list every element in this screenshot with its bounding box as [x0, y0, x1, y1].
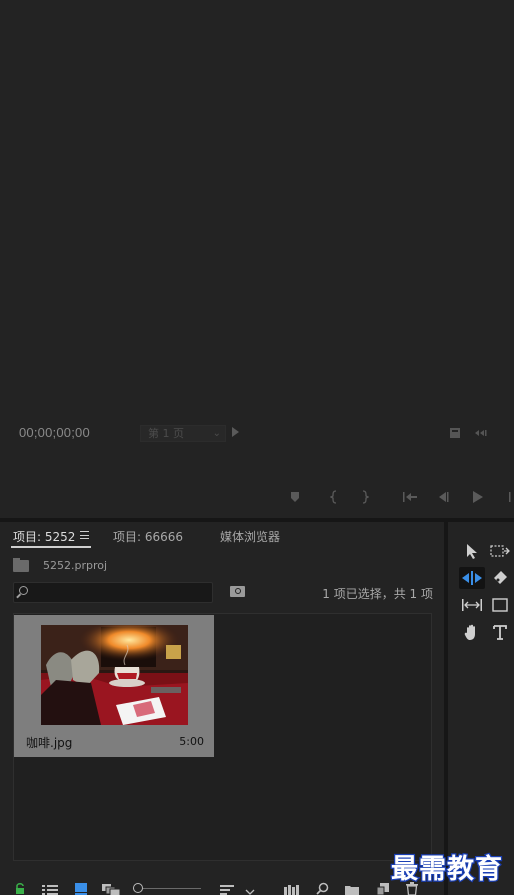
clip-thumbnail — [41, 625, 188, 725]
new-item-icon[interactable] — [376, 880, 389, 895]
automate-to-sequence-icon[interactable] — [284, 881, 300, 895]
hand-tool-icon[interactable] — [459, 621, 485, 643]
tab-label: 项目: 66666 — [113, 530, 184, 544]
search-icon — [19, 586, 28, 595]
clip-item[interactable]: 咖啡.jpg 5:00 — [14, 615, 214, 757]
zoom-slider-track[interactable] — [143, 888, 201, 889]
list-view-icon[interactable] — [42, 881, 58, 895]
export-frame-icon[interactable] — [449, 427, 461, 441]
watermark-logo: 最需教育 — [390, 853, 504, 887]
page-next-icon[interactable] — [232, 427, 239, 437]
tab-label: 媒体浏览器 — [220, 530, 281, 544]
chevron-down-icon[interactable] — [245, 881, 255, 895]
project-file-name: 5252.prproj — [43, 559, 108, 572]
project-bin-icon — [13, 558, 29, 572]
go-to-in-icon[interactable] — [402, 489, 418, 505]
clip-name: 咖啡.jpg — [26, 736, 73, 750]
search-input[interactable] — [34, 584, 209, 601]
selection-status: 1 项已选择，共 1 项 — [322, 587, 433, 601]
add-marker-icon[interactable] — [290, 489, 300, 505]
rectangle-tool-icon[interactable] — [487, 594, 513, 616]
selection-tool-icon[interactable] — [459, 540, 485, 562]
panel-menu-icon[interactable] — [80, 531, 89, 539]
play-icon[interactable] — [472, 489, 484, 505]
new-bin-icon[interactable] — [345, 881, 359, 895]
tab-media-browser[interactable]: 媒体浏览器 — [220, 528, 280, 545]
track-select-tool-icon[interactable] — [487, 540, 513, 562]
step-back-icon[interactable] — [437, 489, 451, 505]
ripple-edit-tool-icon[interactable] — [459, 567, 485, 589]
clip-duration: 5:00 — [179, 735, 204, 748]
page-select-value: 第 1 页 — [148, 427, 184, 440]
mark-out-icon[interactable] — [361, 489, 369, 505]
bin-content-area[interactable]: 咖啡.jpg 5:00 — [13, 613, 432, 861]
search-field[interactable] — [13, 582, 213, 603]
tab-project-5252[interactable]: 项目: 5252 — [13, 528, 75, 545]
lock-icon[interactable] — [15, 880, 25, 895]
project-panel: 项目: 5252 项目: 66666 媒体浏览器 5252.prproj 1 项… — [0, 522, 444, 895]
project-bottom-toolbar — [0, 876, 444, 895]
chevron-down-icon: ⌄ — [212, 428, 221, 439]
new-search-bin-icon[interactable] — [230, 586, 245, 597]
razor-tool-icon[interactable] — [487, 567, 513, 589]
tools-panel — [448, 522, 514, 895]
page-select[interactable]: 第 1 页 ⌄ — [140, 425, 226, 442]
sort-icons-icon[interactable] — [220, 881, 236, 895]
active-tab-underline — [11, 546, 91, 548]
tab-label: 项目: 5252 — [13, 530, 76, 544]
zoom-slider-knob[interactable] — [133, 883, 143, 893]
find-icon[interactable] — [316, 880, 329, 895]
freeform-view-icon[interactable] — [102, 881, 121, 895]
mark-in-icon[interactable] — [330, 489, 338, 505]
icon-view-icon[interactable] — [75, 880, 87, 895]
tab-project-66666[interactable]: 项目: 66666 — [113, 528, 183, 545]
playhead-timecode[interactable]: 00;00;00;00 — [19, 425, 90, 440]
step-forward-icon[interactable] — [508, 489, 514, 505]
slip-tool-icon[interactable] — [459, 594, 485, 616]
settings-more-icon[interactable] — [474, 428, 488, 440]
type-tool-icon[interactable] — [487, 621, 513, 643]
program-monitor: 00;00;00;00 第 1 页 ⌄ — [0, 0, 514, 518]
